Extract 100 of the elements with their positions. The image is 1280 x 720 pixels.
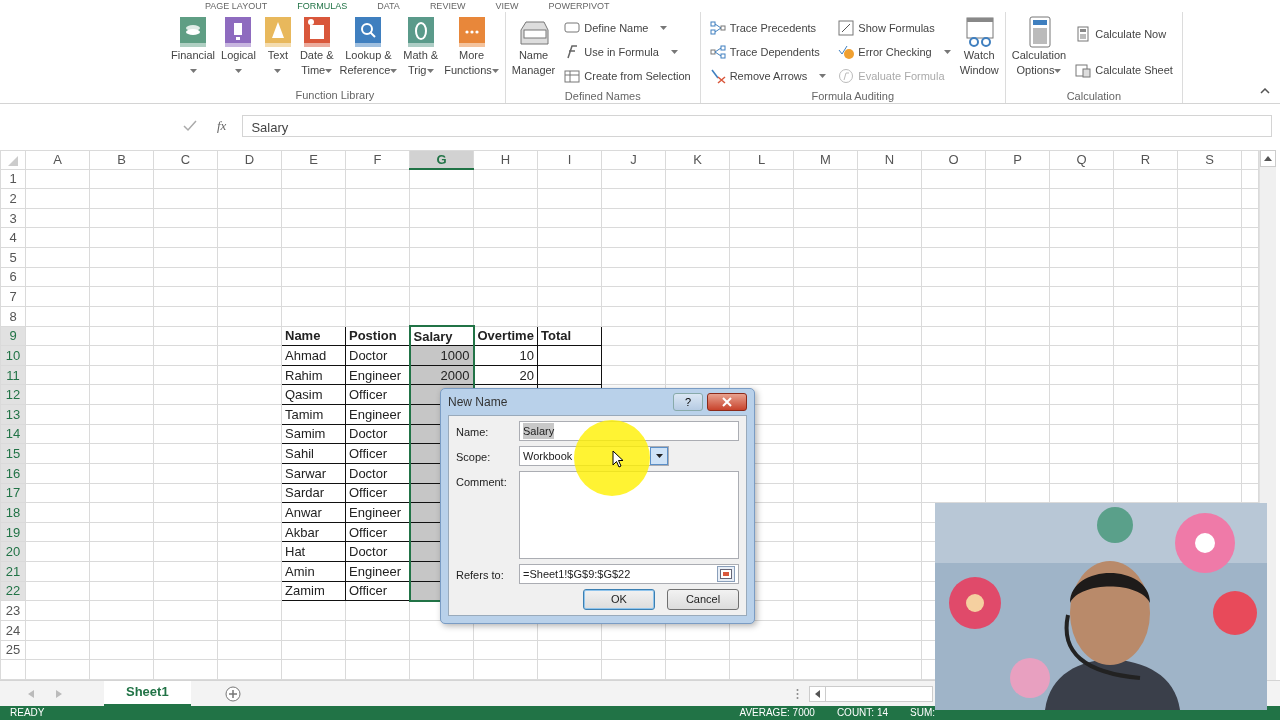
ribbon-button[interactable]: Define Name xyxy=(562,18,693,38)
evaluate-icon xyxy=(838,68,855,84)
ribbon-button[interactable]: Remove Arrows xyxy=(707,66,829,86)
ribbon-button[interactable]: Date & Time xyxy=(297,16,336,78)
formula-input[interactable]: Salary xyxy=(242,115,1272,137)
sheet-calculator-icon xyxy=(1075,62,1092,78)
group-label: Function Library xyxy=(294,88,376,103)
table-cell: 20 xyxy=(473,365,538,385)
mouse-pointer-icon xyxy=(612,450,624,468)
column-header[interactable]: G xyxy=(409,150,474,169)
dialog-title: New Name xyxy=(448,394,508,411)
ribbon-button[interactable]: Error Checking xyxy=(836,42,953,62)
table-icon xyxy=(564,68,581,84)
close-button[interactable] xyxy=(707,393,747,411)
dropdown-button[interactable] xyxy=(650,447,668,465)
ribbon-button[interactable]: Text xyxy=(259,16,296,78)
group-label: Defined Names xyxy=(563,89,642,104)
table-cell: Zamim xyxy=(281,581,346,601)
column-header[interactable]: R xyxy=(1113,150,1178,169)
table-cell: Overtime xyxy=(473,326,538,346)
ok-button[interactable]: OK xyxy=(583,589,655,610)
ribbon-button[interactable]: Watch Window xyxy=(957,16,1001,78)
ribbon-button[interactable]: Create from Selection xyxy=(562,66,693,86)
status-text: SUM: xyxy=(910,706,935,720)
ribbon-button[interactable]: Calculate Sheet xyxy=(1073,60,1175,80)
ribbon-button[interactable]: Use in Formula xyxy=(562,42,693,62)
warning-icon xyxy=(838,44,855,60)
arrow-left-icon xyxy=(814,689,820,698)
status-text: COUNT: 14 xyxy=(836,706,888,720)
group-label: Formula Auditing xyxy=(810,89,895,104)
column-header[interactable]: P xyxy=(985,150,1050,169)
column-header[interactable]: J xyxy=(601,150,666,169)
table-cell: Qasim xyxy=(281,384,346,405)
collapse-ribbon-icon xyxy=(1260,87,1270,94)
calculator-icon xyxy=(1075,26,1092,42)
tag-icon xyxy=(564,20,581,36)
ribbon-button[interactable]: Calculate Now xyxy=(1073,24,1175,44)
column-header[interactable]: F xyxy=(345,150,410,169)
table-cell: Hat xyxy=(281,541,346,562)
show-formulas-icon xyxy=(838,20,855,36)
ribbon-tab[interactable]: DATA xyxy=(377,0,400,12)
table-cell: Sardar xyxy=(281,483,346,503)
ribbon-button[interactable]: Trace Precedents xyxy=(707,18,829,38)
ribbon-button[interactable]: More Functions xyxy=(442,16,501,78)
table-cell: Ahmad xyxy=(281,345,346,366)
ribbon-tab[interactable]: POWERPIVOT xyxy=(548,0,610,12)
column-header[interactable]: I xyxy=(537,150,602,169)
comment-field[interactable] xyxy=(519,471,739,559)
add-sheet-icon xyxy=(224,685,241,702)
trace-arrows-icon xyxy=(709,44,726,60)
column-header[interactable]: S xyxy=(1177,150,1242,169)
table-cell: 1000 xyxy=(409,345,474,366)
table-cell: Sahil xyxy=(281,443,346,464)
insert-function-button[interactable]: fx xyxy=(217,116,235,136)
remove-arrows-icon xyxy=(709,68,726,84)
column-header[interactable]: E xyxy=(281,150,346,169)
ribbon-tab[interactable]: FORMULAS xyxy=(297,0,348,12)
ribbon-button[interactable]: Show Formulas xyxy=(836,18,953,38)
table-cell: Name xyxy=(281,326,346,346)
column-header[interactable]: L xyxy=(729,150,794,169)
ribbon-tab[interactable]: REVIEW xyxy=(429,0,466,12)
column-header[interactable]: A xyxy=(25,150,90,169)
column-header[interactable]: B xyxy=(89,150,154,169)
column-header[interactable]: D xyxy=(217,150,282,169)
field-label: Scope: xyxy=(456,450,492,465)
ribbon-button[interactable]: Calculation Options xyxy=(1009,16,1069,78)
column-header[interactable]: Q xyxy=(1049,150,1114,169)
table-cell: Total xyxy=(537,326,602,346)
field-label: Comment: xyxy=(456,475,508,490)
ribbon-button[interactable]: Lookup & Reference xyxy=(337,16,400,78)
column-header[interactable]: O xyxy=(921,150,986,169)
table-cell: Tamim xyxy=(281,404,346,425)
table-cell: 10 xyxy=(473,345,538,366)
ribbon-button[interactable]: Trace Dependents xyxy=(707,42,829,62)
horizontal-scrollbar[interactable] xyxy=(808,685,933,702)
column-header[interactable]: C xyxy=(153,150,218,169)
status-text: READY xyxy=(10,706,45,720)
table-cell: Amin xyxy=(281,561,346,582)
ribbon-button[interactable]: Math & Trig xyxy=(401,16,441,78)
sheet-tab[interactable]: Sheet1 xyxy=(104,680,191,707)
column-header[interactable]: H xyxy=(473,150,538,169)
column-header[interactable]: M xyxy=(793,150,858,169)
table-cell: 2000 xyxy=(409,365,474,385)
refers-to-field[interactable]: =Sheet1!$G$9:$G$22 xyxy=(519,564,739,584)
column-header[interactable]: N xyxy=(857,150,922,169)
cancel-button[interactable]: Cancel xyxy=(667,589,739,610)
trace-arrows-icon xyxy=(709,20,726,36)
scroll-up-button[interactable] xyxy=(1260,150,1276,167)
watch-window-icon xyxy=(963,16,996,48)
table-cell: Sarwar xyxy=(281,463,346,483)
column-header[interactable]: K xyxy=(665,150,730,169)
ribbon-button[interactable]: Logical xyxy=(219,16,258,78)
scroll-left-icon xyxy=(28,689,34,698)
collapse-dialog-button[interactable] xyxy=(717,566,735,582)
splitter-icon xyxy=(795,687,799,700)
ribbon-tab[interactable]: PAGE LAYOUT xyxy=(205,0,268,12)
help-button[interactable]: ? xyxy=(673,393,703,411)
ribbon-tab[interactable]: VIEW xyxy=(495,0,519,12)
ribbon-button[interactable]: Name Manager xyxy=(509,16,558,78)
ribbon-button[interactable]: Financial xyxy=(169,16,218,78)
